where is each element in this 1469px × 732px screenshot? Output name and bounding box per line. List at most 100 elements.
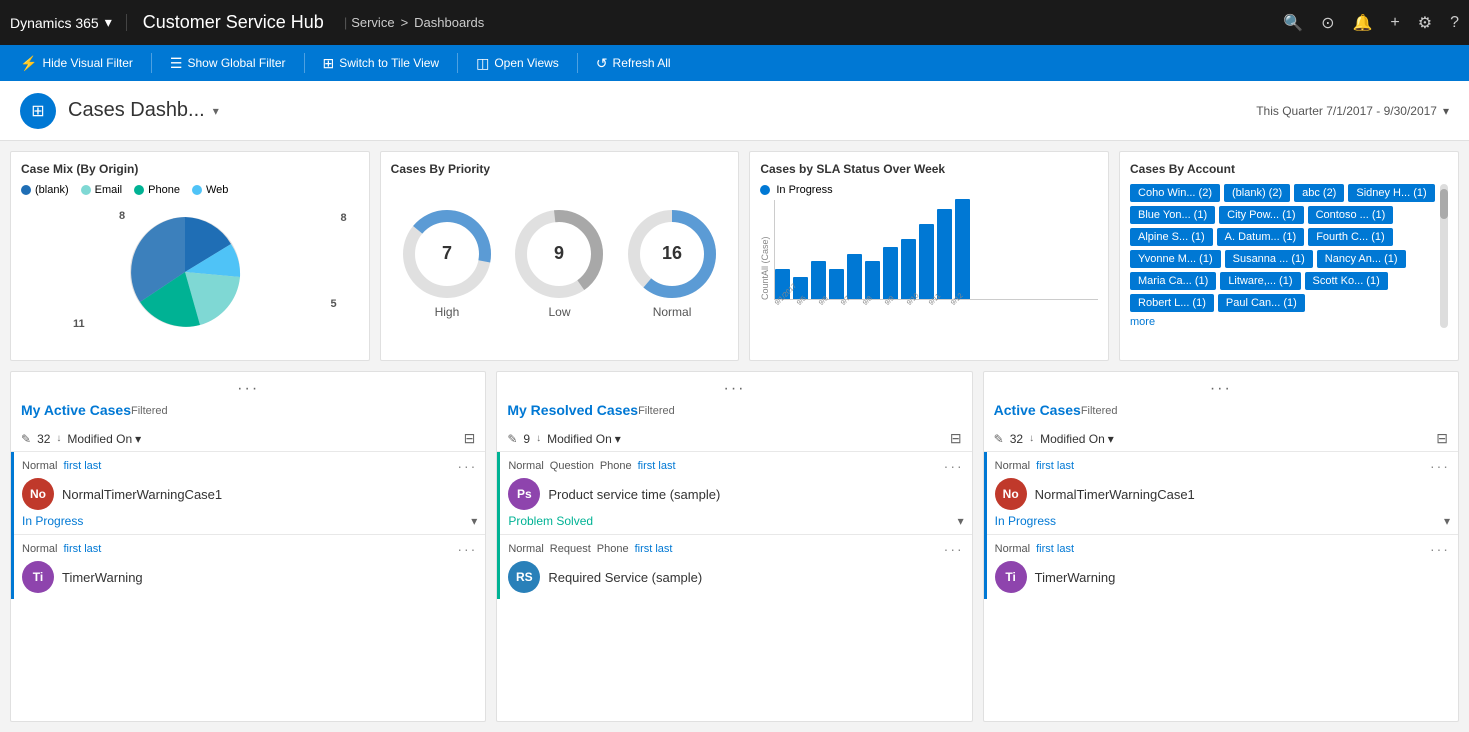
- accounts-scrollbar[interactable]: [1440, 184, 1448, 328]
- active-sort-arrow: ↓: [56, 433, 61, 444]
- views-icon: ◫: [476, 55, 489, 72]
- item1-name[interactable]: NormalTimerWarningCase1: [62, 487, 222, 502]
- all-active-sort[interactable]: Modified On ▾: [1040, 432, 1114, 446]
- account-tag[interactable]: Nancy An... (1): [1317, 250, 1406, 268]
- aitem1-dots[interactable]: ···: [1430, 458, 1450, 474]
- all-active-view-icon[interactable]: ⊟: [1436, 430, 1448, 447]
- ritem2-tags: Normal Request Phone first last: [508, 543, 672, 555]
- ritem1-status: Problem Solved: [508, 514, 593, 528]
- dashboard-chevron[interactable]: ▾: [213, 104, 219, 118]
- ritem1-dots[interactable]: ···: [944, 458, 964, 474]
- ritem2-dots[interactable]: ···: [944, 541, 964, 557]
- aitem2-avatar: Ti: [995, 561, 1027, 593]
- date-range[interactable]: This Quarter 7/1/2017 - 9/30/2017 ▾: [1256, 104, 1449, 118]
- resolved-item-2: Normal Request Phone first last ··· RS R…: [497, 535, 971, 599]
- active-cases-list: ··· Active Cases Filtered ✎ 32 ↓ Modifie…: [983, 371, 1459, 722]
- tile-view-button[interactable]: ⊞ Switch to Tile View: [313, 51, 450, 76]
- donut-high[interactable]: 7 High: [402, 209, 492, 319]
- account-tag[interactable]: Robert L... (1): [1130, 294, 1214, 312]
- account-tag[interactable]: City Pow... (1): [1219, 206, 1303, 224]
- search-icon[interactable]: 🔍: [1283, 13, 1303, 33]
- resolved-scroll-area[interactable]: Normal Question Phone first last ··· Ps …: [497, 452, 971, 721]
- settings-icon[interactable]: ⚙: [1418, 13, 1432, 33]
- active-view-icon[interactable]: ⊟: [464, 430, 476, 447]
- item1-dots[interactable]: ···: [457, 458, 477, 474]
- donut-normal[interactable]: 16 Normal: [627, 209, 717, 319]
- my-resolved-cases-list: ··· My Resolved Cases Filtered ✎ 9 ↓ Mod…: [496, 371, 972, 722]
- aitem2-tags: Normal first last: [995, 543, 1074, 555]
- aitem1-normal: Normal: [995, 460, 1030, 472]
- more-link[interactable]: more: [1130, 316, 1436, 328]
- all-active-sort-arrow: ↓: [1029, 433, 1034, 444]
- account-tag[interactable]: Paul Can... (1): [1218, 294, 1305, 312]
- show-global-filter-button[interactable]: ☰ Show Global Filter: [160, 51, 296, 76]
- active-dots[interactable]: ···: [21, 380, 475, 398]
- account-tag[interactable]: Scott Ko... (1): [1305, 272, 1388, 290]
- resolved-cases-header: ··· My Resolved Cases Filtered: [497, 372, 971, 426]
- account-tag[interactable]: Contoso ... (1): [1308, 206, 1394, 224]
- all-active-dots[interactable]: ···: [994, 380, 1448, 398]
- resolved-view-icon[interactable]: ⊟: [950, 430, 962, 447]
- brand-chevron: ▾: [105, 14, 112, 31]
- item2-dots[interactable]: ···: [457, 541, 477, 557]
- active-filtered: Filtered: [131, 405, 168, 417]
- open-views-button[interactable]: ◫ Open Views: [466, 51, 569, 76]
- resolved-dots[interactable]: ···: [507, 380, 961, 398]
- aitem2-dots[interactable]: ···: [1430, 541, 1450, 557]
- all-active-title-row: Active Cases Filtered: [994, 398, 1448, 422]
- account-tag[interactable]: Alpine S... (1): [1130, 228, 1213, 246]
- nav-divider: |: [344, 15, 347, 30]
- refresh-button[interactable]: ↺ Refresh All: [586, 51, 681, 76]
- item2-tag-normal: Normal: [22, 543, 57, 555]
- account-tag[interactable]: Coho Win... (2): [1130, 184, 1220, 202]
- ritem1-name[interactable]: Product service time (sample): [548, 487, 720, 502]
- aitem1-body: No NormalTimerWarningCase1: [995, 478, 1450, 510]
- account-tag[interactable]: Blue Yon... (1): [1130, 206, 1215, 224]
- account-tag[interactable]: Yvonne M... (1): [1130, 250, 1221, 268]
- breadcrumb-arrow: >: [401, 15, 409, 30]
- case-mix-title: Case Mix (By Origin): [21, 162, 359, 176]
- brand[interactable]: Dynamics 365 ▾: [10, 14, 127, 31]
- account-tag[interactable]: abc (2): [1294, 184, 1344, 202]
- account-tag[interactable]: Fourth C... (1): [1308, 228, 1392, 246]
- target-icon[interactable]: ⊙: [1321, 13, 1334, 33]
- ritem2-name[interactable]: Required Service (sample): [548, 570, 702, 585]
- add-icon[interactable]: +: [1390, 14, 1399, 32]
- active-sort[interactable]: Modified On ▾: [67, 432, 141, 446]
- item1-tags: Normal first last: [22, 460, 101, 472]
- pie-chart-area[interactable]: 8 8 5 11: [21, 202, 359, 342]
- account-tag[interactable]: Susanna ... (1): [1225, 250, 1313, 268]
- breadcrumb-service[interactable]: Service: [351, 15, 394, 30]
- aitem2-user[interactable]: first last: [1036, 543, 1074, 555]
- ritem1-expand[interactable]: ▾: [958, 514, 964, 528]
- sla-legend-dot: [760, 185, 770, 195]
- account-tag[interactable]: (blank) (2): [1224, 184, 1290, 202]
- all-active-scroll-area[interactable]: Normal first last ··· No NormalTimerWarn…: [984, 452, 1458, 721]
- ritem2-user[interactable]: first last: [635, 543, 673, 555]
- aitem1-expand[interactable]: ▾: [1444, 514, 1450, 528]
- item1-header: Normal first last ···: [22, 458, 477, 474]
- account-tag[interactable]: Sidney H... (1): [1348, 184, 1434, 202]
- aitem1-name[interactable]: NormalTimerWarningCase1: [1035, 487, 1195, 502]
- account-tag[interactable]: Maria Ca... (1): [1130, 272, 1216, 290]
- donut-low[interactable]: 9 Low: [514, 209, 604, 319]
- label-5: 5: [331, 298, 337, 310]
- ritem1-user[interactable]: first last: [638, 460, 676, 472]
- sla-chart-area[interactable]: CountAll (Case): [760, 200, 1098, 309]
- account-tag[interactable]: Litware,... (1): [1220, 272, 1300, 290]
- active-scroll-area[interactable]: Normal first last ··· No NormalTimerWarn…: [11, 452, 485, 721]
- account-tag[interactable]: A. Datum... (1): [1217, 228, 1305, 246]
- label-11: 11: [73, 318, 85, 330]
- item1-expand[interactable]: ▾: [471, 514, 477, 528]
- hide-filter-button[interactable]: ⚡ Hide Visual Filter: [10, 51, 143, 76]
- item2-tag-user[interactable]: first last: [63, 543, 101, 555]
- aitem2-name[interactable]: TimerWarning: [1035, 570, 1116, 585]
- sla-title: Cases by SLA Status Over Week: [760, 162, 1098, 176]
- item1-tag-user[interactable]: first last: [63, 460, 101, 472]
- item2-name[interactable]: TimerWarning: [62, 570, 143, 585]
- aitem1-user[interactable]: first last: [1036, 460, 1074, 472]
- resolved-sort[interactable]: Modified On ▾: [547, 432, 621, 446]
- active-controls: ✎ 32 ↓ Modified On ▾ ⊟: [11, 426, 485, 452]
- bell-icon[interactable]: 🔔: [1352, 13, 1372, 33]
- help-icon[interactable]: ?: [1450, 14, 1459, 32]
